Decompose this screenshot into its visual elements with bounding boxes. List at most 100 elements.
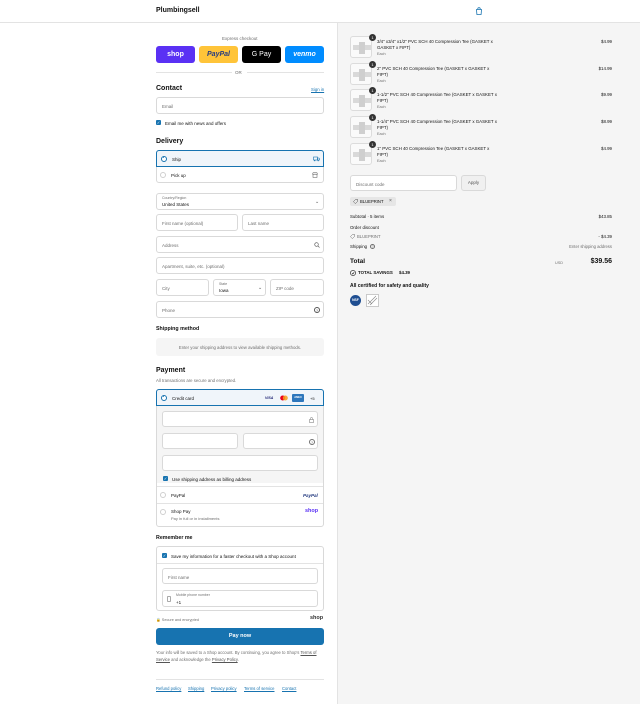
shop-pay-radio[interactable] (160, 509, 166, 515)
card-number-field[interactable] (162, 411, 318, 427)
quantity-badge: 1 (369, 114, 376, 121)
ship-radio[interactable] (161, 155, 167, 162)
visa-icon: VISA (265, 396, 274, 400)
chevron-down-icon: ⌄ (315, 199, 320, 205)
truck-icon (313, 156, 320, 162)
google-pay-label: G Pay (251, 51, 272, 58)
pickup-radio[interactable] (160, 172, 166, 178)
mobile-phone-icon (167, 596, 171, 602)
email-field[interactable]: Email (156, 97, 324, 114)
news-label: Email me with news and offers (165, 120, 226, 126)
contact-link[interactable]: Contact (282, 686, 296, 691)
legal-text: Your info will be saved to a Shop accoun… (156, 650, 324, 663)
name-on-card-field[interactable] (162, 455, 318, 471)
help-icon[interactable]: ? (314, 307, 320, 313)
zip-field[interactable]: ZIP code (270, 279, 324, 296)
shipping-policy-link[interactable]: Shipping (188, 686, 204, 691)
product-variant: Each (377, 52, 386, 56)
refund-policy-link[interactable]: Refund policy (156, 686, 181, 691)
shop-first-name-field[interactable]: First name (162, 568, 318, 584)
close-icon[interactable]: × (389, 198, 392, 204)
store-icon (312, 172, 318, 178)
secure-label: 🔒 Secure and encrypted (156, 617, 199, 622)
product-price: $14.99 (598, 66, 612, 71)
quantity-badge: 1 (369, 87, 376, 94)
ship-option[interactable]: Ship (156, 150, 324, 167)
product-name: 3/4" x3/4" x1/2" PVC SCH 40 Compression … (377, 39, 493, 50)
paypal-label: PayPal (207, 51, 230, 58)
mobile-phone-field[interactable]: Mobile phone number +1 (162, 590, 318, 607)
apply-discount-button[interactable]: Apply (461, 175, 486, 191)
first-name-placeholder: First name (optional) (162, 221, 204, 226)
expiry-field[interactable] (162, 433, 238, 449)
legal-text-1: Your info will be saved to a Shop accoun… (156, 650, 300, 655)
savings-tag-icon (350, 269, 356, 276)
amex-icon: AMEX (292, 394, 304, 402)
paypal-express-button[interactable]: PayPal (199, 46, 238, 63)
help-icon[interactable]: ? (309, 439, 315, 445)
paypal-radio[interactable] (160, 492, 166, 498)
apartment-field[interactable]: Apartment, suite, etc. (optional) (156, 257, 324, 274)
country-select[interactable]: Country/Region United States ⌄ (156, 193, 324, 210)
discount-tag: BLUEPRINT × (350, 197, 396, 206)
product-name: 1-1/4" PVC SCH 40 Compression Tee (GASKE… (377, 119, 497, 130)
contact-heading: Contact (156, 85, 183, 92)
state-select[interactable]: State Iowa ⌄ (213, 279, 266, 296)
google-pay-express-button[interactable]: G Pay (242, 46, 281, 63)
city-placeholder: City (162, 286, 170, 291)
product-thumbnail: 1 (350, 141, 376, 165)
address-field[interactable]: Address (156, 236, 324, 253)
discount-code-placeholder: Discount code (356, 181, 385, 187)
shipping-value: Enter shipping address (569, 244, 612, 249)
billing-label: Use shipping address as billing address (172, 476, 252, 482)
total-savings-value: $4.39 (399, 269, 410, 275)
more-cards-label: +5 (310, 395, 315, 401)
pickup-option[interactable]: Pick up (157, 167, 323, 183)
payment-methods: Credit card VISA AMEX +5 ? ✓ Use shippin… (156, 389, 324, 527)
phone-field[interactable]: Phone ? (156, 301, 324, 318)
news-checkbox[interactable]: ✓ (156, 120, 161, 125)
payment-subtitle: All transactions are secure and encrypte… (156, 377, 237, 383)
discount-tag-label: BLUEPRINT (360, 199, 384, 204)
certification-logo (366, 294, 379, 307)
help-icon[interactable]: ? (370, 244, 375, 249)
credit-card-option[interactable]: Credit card VISA AMEX +5 (156, 389, 324, 406)
product-thumbnail: 1 (350, 34, 376, 58)
last-name-field[interactable]: Last name (242, 214, 324, 231)
pay-now-button[interactable]: Pay now (156, 628, 324, 645)
cart-line-item: 1 1-1/2" PVC SCH 40 Compression Tee (GAS… (350, 87, 498, 113)
privacy-policy-link[interactable]: Privacy policy (211, 686, 237, 691)
venmo-express-button[interactable]: venmo (285, 46, 324, 63)
sign-in-link[interactable]: Sign in (311, 87, 324, 92)
store-logo[interactable]: Plumbingsell (156, 7, 200, 14)
paypal-option[interactable]: PayPal PayPal (157, 487, 323, 503)
shop-pay-option[interactable]: Shop Pay Pay in full or in installments … (157, 504, 323, 526)
shop-logo: shop (310, 615, 324, 621)
currency-label: USD (555, 260, 564, 265)
billing-checkbox[interactable]: ✓ (163, 476, 168, 481)
save-info-checkbox[interactable]: ✓ (162, 553, 167, 558)
shopping-bag-icon[interactable] (475, 7, 483, 15)
product-variant: Each (377, 105, 386, 109)
certified-heading: All certified for safety and quality (350, 283, 429, 289)
product-price: $4.99 (601, 39, 612, 44)
product-variant: Each (377, 132, 386, 136)
privacy-link[interactable]: Privacy Policy (212, 657, 238, 662)
product-name: 1-1/2" PVC SCH 40 Compression Tee (GASKE… (377, 92, 497, 103)
express-checkout-title: Express checkout (222, 36, 258, 41)
first-name-field[interactable]: First name (optional) (156, 214, 238, 231)
subtotal-label: Subtotal · 5 items (350, 214, 385, 219)
total-savings-label: TOTAL SAVINGS (358, 269, 393, 275)
terms-of-service-link[interactable]: Terms of service (244, 686, 274, 691)
lock-icon (309, 417, 314, 423)
security-code-field[interactable]: ? (243, 433, 318, 449)
shipping-label: Shipping (350, 244, 368, 249)
credit-card-radio[interactable] (161, 394, 167, 401)
shop-pay-express-button[interactable]: shop (156, 46, 195, 63)
discount-code-field[interactable]: Discount code (350, 175, 457, 191)
last-name-placeholder: Last name (248, 221, 270, 226)
city-field[interactable]: City (156, 279, 209, 296)
divider-right (247, 72, 324, 73)
venmo-label: venmo (293, 51, 316, 58)
quantity-badge: 1 (369, 141, 376, 148)
